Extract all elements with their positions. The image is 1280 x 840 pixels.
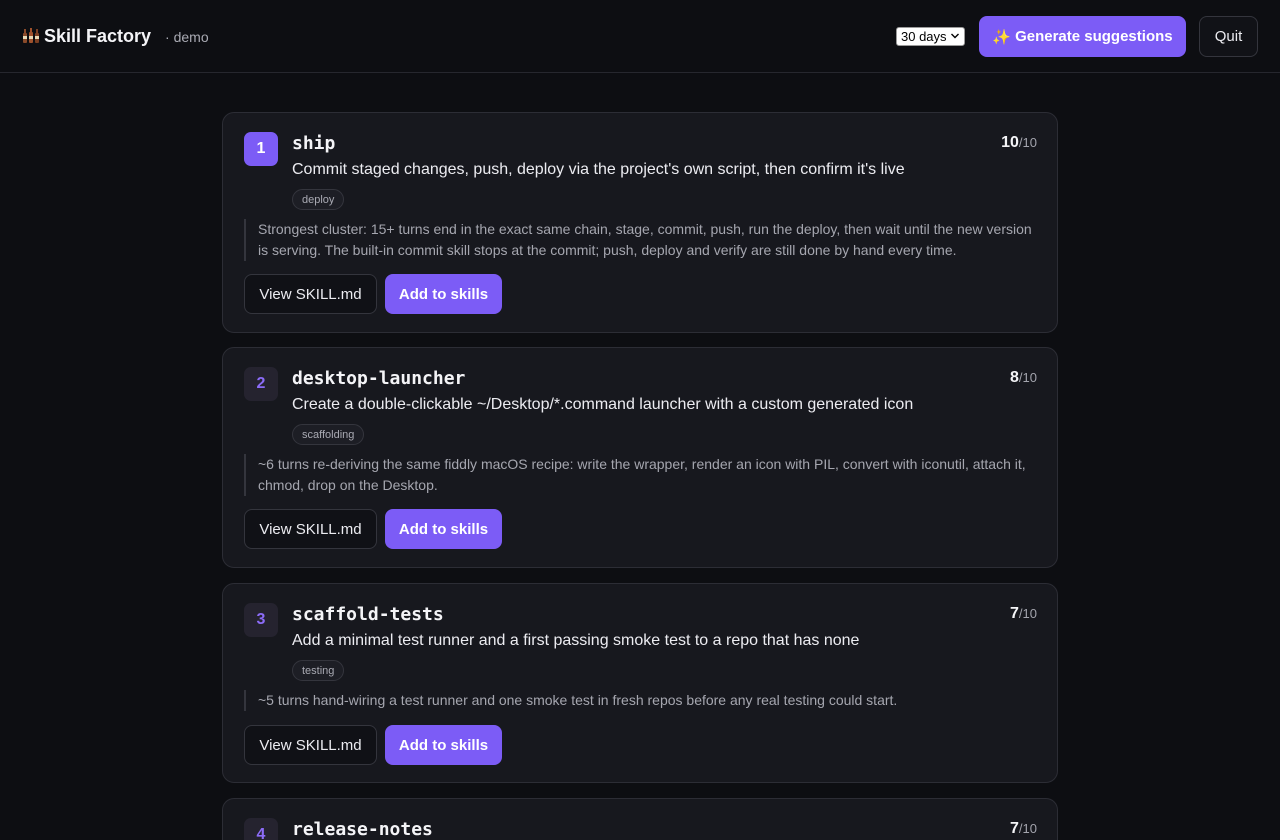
add-to-skills-button[interactable]: Add to skills xyxy=(385,725,502,765)
view-skill-md-button[interactable]: View SKILL.md xyxy=(244,274,377,314)
chevron-down-icon xyxy=(951,33,959,39)
category-tag: deploy xyxy=(292,189,345,210)
score-value: 7 xyxy=(1010,605,1019,622)
top-bar: Skill Factory · demo 30 days ✨ Generate … xyxy=(0,0,1280,73)
app-subtitle: · demo xyxy=(165,29,209,45)
period-select-value: 30 days xyxy=(901,29,947,44)
suggestion-card: 2 desktop-launcher 8/10 Create a double-… xyxy=(222,347,1058,568)
skill-name: desktop-launcher xyxy=(292,368,466,389)
view-skill-md-button[interactable]: View SKILL.md xyxy=(244,509,377,549)
quit-button[interactable]: Quit xyxy=(1199,16,1258,57)
score: 10/10 xyxy=(1001,134,1037,152)
rank-badge: 1 xyxy=(244,132,278,166)
skill-name: scaffold-tests xyxy=(292,604,444,625)
score-max: /10 xyxy=(1018,821,1037,836)
score-value: 7 xyxy=(1010,820,1019,837)
skill-rationale: ~5 turns hand-wiring a test runner and o… xyxy=(244,690,1039,711)
suggestion-card: 3 scaffold-tests 7/10 Add a minimal test… xyxy=(222,583,1058,783)
brand: Skill Factory · demo xyxy=(22,24,209,47)
skill-description: Commit staged changes, push, deploy via … xyxy=(292,161,905,178)
score: 7/10 xyxy=(1010,820,1037,838)
score: 7/10 xyxy=(1010,605,1037,623)
generate-suggestions-label: Generate suggestions xyxy=(1015,28,1173,45)
skill-name: ship xyxy=(292,133,336,154)
add-to-skills-button[interactable]: Add to skills xyxy=(385,509,502,549)
sparkles-icon: ✨ xyxy=(992,28,1012,46)
skill-description: Create a double-clickable ~/Desktop/*.co… xyxy=(292,396,914,413)
score-max: /10 xyxy=(1018,370,1037,385)
rank-badge: 2 xyxy=(244,367,278,401)
suggestion-card: 1 ship 10/10 Commit staged changes, push… xyxy=(222,112,1058,333)
skill-rationale: ~6 turns re-deriving the same fiddly mac… xyxy=(244,454,1039,496)
period-select[interactable]: 30 days xyxy=(896,27,965,46)
suggestion-card: 4 release-notes 7/10 xyxy=(222,798,1058,840)
app-title: Skill Factory xyxy=(44,26,152,46)
skill-rationale: Strongest cluster: 15+ turns end in the … xyxy=(244,219,1039,261)
skill-name: release-notes xyxy=(292,819,433,840)
score: 8/10 xyxy=(1010,369,1037,387)
category-tag: testing xyxy=(292,660,345,681)
view-skill-md-button[interactable]: View SKILL.md xyxy=(244,725,377,765)
score-value: 8 xyxy=(1010,369,1019,386)
add-to-skills-button[interactable]: Add to skills xyxy=(385,274,502,314)
generate-suggestions-button[interactable]: ✨ Generate suggestions xyxy=(979,16,1186,57)
skill-description: Add a minimal test runner and a first pa… xyxy=(292,632,860,649)
score-value: 10 xyxy=(1001,134,1019,151)
rank-badge: 3 xyxy=(244,603,278,637)
bottles-icon xyxy=(23,28,39,43)
rank-badge: 4 xyxy=(244,818,278,840)
score-max: /10 xyxy=(1018,606,1037,621)
score-max: /10 xyxy=(1018,135,1037,150)
category-tag: scaffolding xyxy=(292,424,365,445)
